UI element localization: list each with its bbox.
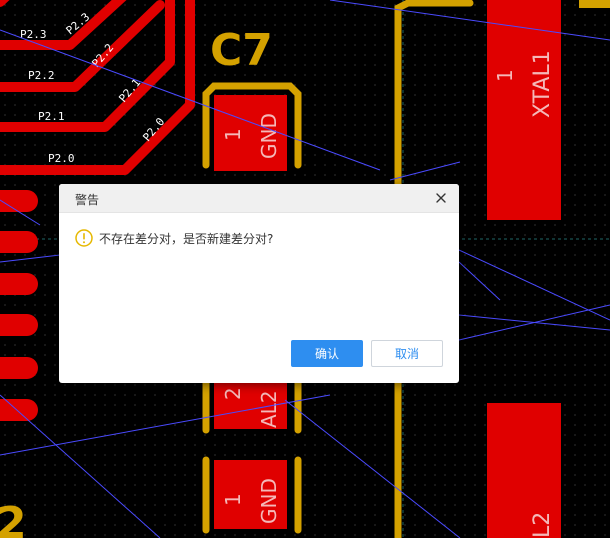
pad	[0, 190, 38, 212]
pad-number: 2	[221, 387, 245, 400]
dialog-header: 警告	[59, 184, 459, 213]
close-icon	[436, 193, 446, 203]
pad	[0, 314, 38, 336]
net-label: GND	[257, 478, 281, 524]
warning-dialog: 警告 不存在差分对，是否新建差分对? 确认 取消	[59, 184, 459, 383]
pad	[0, 273, 38, 295]
pad	[0, 357, 38, 379]
pad-number: 1	[221, 493, 245, 506]
net-label: GND	[257, 113, 281, 159]
pad-number: 1	[221, 128, 245, 141]
trace-label: P2.1	[38, 110, 65, 123]
warning-icon	[75, 229, 93, 247]
net-label: AL2	[257, 390, 281, 428]
pad-number: 1	[493, 69, 517, 82]
component-label: XTAL1	[530, 50, 555, 118]
close-button[interactable]	[430, 187, 452, 209]
component-designator: C7	[210, 25, 273, 76]
dialog-message: 不存在差分对，是否新建差分对?	[99, 231, 274, 246]
dialog-title: 警告	[75, 193, 100, 207]
component-label: L2	[530, 512, 555, 538]
pad	[0, 399, 38, 421]
dialog-message-row: 不存在差分对，是否新建差分对?	[75, 229, 273, 247]
silkscreen-mark	[579, 0, 610, 8]
trace-label: P2.0	[48, 152, 75, 165]
cancel-button[interactable]: 取消	[371, 340, 443, 367]
pad	[0, 231, 38, 253]
confirm-button[interactable]: 确认	[291, 340, 363, 367]
trace-label: P2.2	[28, 69, 55, 82]
component-designator: 2	[0, 498, 27, 538]
